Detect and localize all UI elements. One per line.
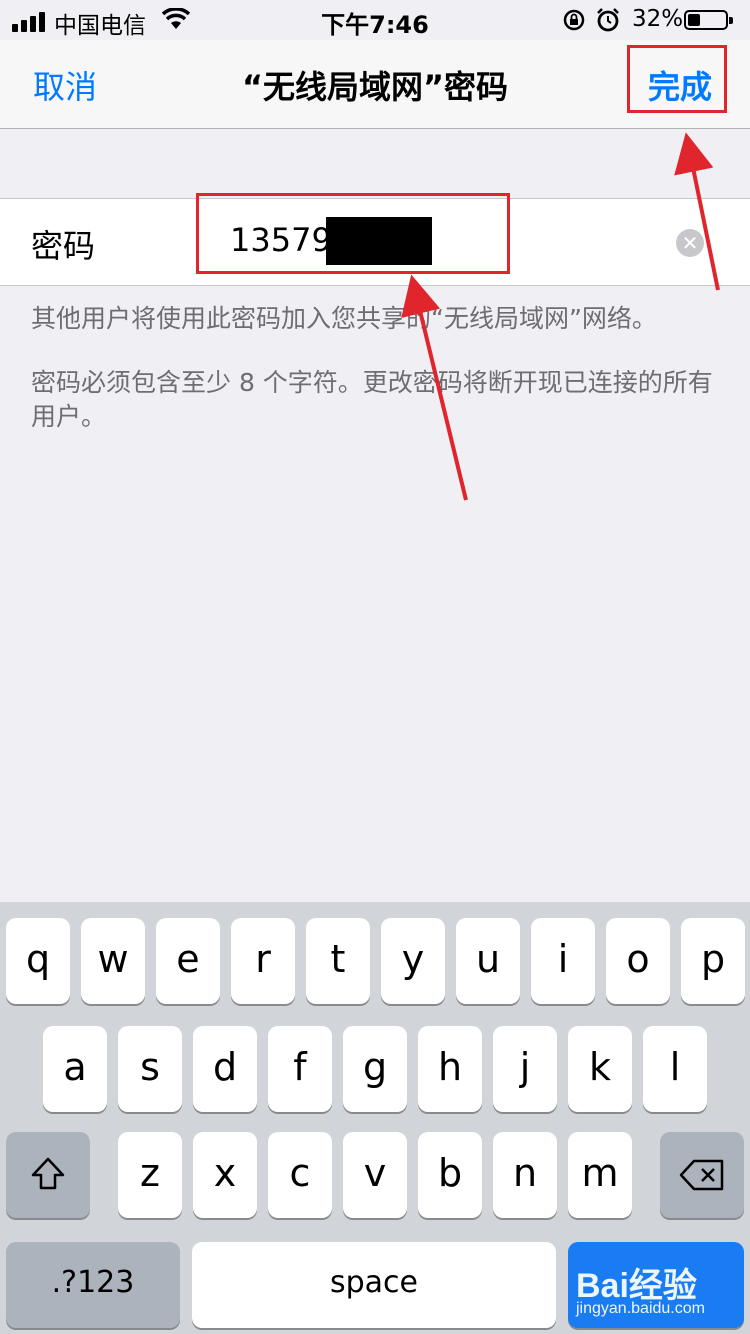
shift-key[interactable]: [6, 1132, 90, 1218]
rotation-lock-icon: [562, 8, 586, 36]
share-info-note: 其他用户将使用此密码加入您共享的“无线局域网”网络。: [31, 304, 657, 333]
key-a[interactable]: a: [43, 1026, 107, 1112]
key-f[interactable]: f: [268, 1026, 332, 1112]
battery-icon: [684, 10, 733, 30]
numbers-key[interactable]: .?123: [6, 1242, 180, 1328]
key-u[interactable]: u: [456, 918, 520, 1004]
baidu-jingyan-watermark: Bai经验 jingyan.baidu.com: [572, 1246, 748, 1330]
battery-percent: 32%: [632, 6, 684, 32]
key-l[interactable]: l: [643, 1026, 707, 1112]
backspace-key[interactable]: [660, 1132, 744, 1218]
key-v[interactable]: v: [343, 1132, 407, 1218]
key-s[interactable]: s: [118, 1026, 182, 1112]
key-w[interactable]: w: [81, 918, 145, 1004]
key-t[interactable]: t: [306, 918, 370, 1004]
done-highlight-box: [627, 45, 727, 113]
key-y[interactable]: y: [381, 918, 445, 1004]
key-p[interactable]: p: [681, 918, 745, 1004]
watermark-url: jingyan.baidu.com: [576, 1300, 705, 1317]
key-n[interactable]: n: [493, 1132, 557, 1218]
key-x[interactable]: x: [193, 1132, 257, 1218]
key-o[interactable]: o: [606, 918, 670, 1004]
password-highlight-box: [196, 193, 510, 274]
key-b[interactable]: b: [418, 1132, 482, 1218]
key-z[interactable]: z: [118, 1132, 182, 1218]
key-q[interactable]: q: [6, 918, 70, 1004]
password-requirement-note: 密码必须包含至少 8 个字符。更改密码将断开现已连接的所有用户。: [31, 368, 713, 431]
key-j[interactable]: j: [493, 1026, 557, 1112]
key-m[interactable]: m: [568, 1132, 632, 1218]
key-h[interactable]: h: [418, 1026, 482, 1112]
key-k[interactable]: k: [568, 1026, 632, 1112]
space-key[interactable]: space: [192, 1242, 556, 1328]
password-label: 密码: [31, 227, 96, 265]
key-e[interactable]: e: [156, 918, 220, 1004]
clear-icon[interactable]: ✕: [676, 229, 704, 257]
key-i[interactable]: i: [531, 918, 595, 1004]
status-bar: 中国电信 下午7:46 32%: [0, 0, 750, 40]
key-d[interactable]: d: [193, 1026, 257, 1112]
key-g[interactable]: g: [343, 1026, 407, 1112]
key-r[interactable]: r: [231, 918, 295, 1004]
key-c[interactable]: c: [268, 1132, 332, 1218]
alarm-icon: [596, 7, 620, 37]
